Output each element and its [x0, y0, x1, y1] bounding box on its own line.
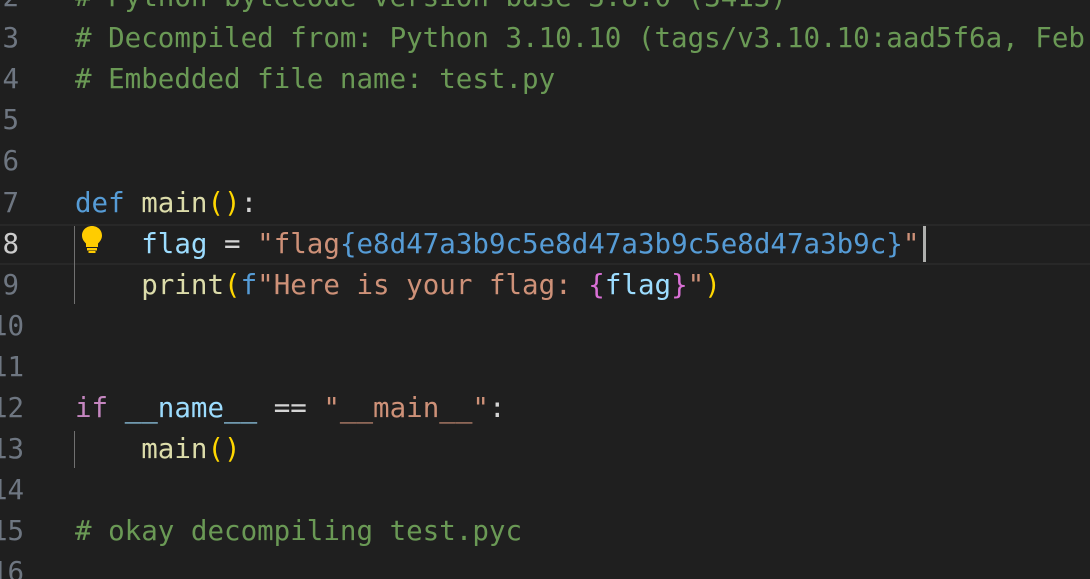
code-token: flag [604, 268, 672, 301]
code-line[interactable]: 10 [0, 306, 1090, 347]
line-number: 9 [2, 268, 19, 301]
code-token: # Embedded file name: test.py [75, 63, 556, 96]
code-token: : [488, 392, 506, 424]
line-number: 7 [2, 186, 19, 219]
code-token: print [141, 268, 225, 301]
code-line[interactable]: 14 [0, 470, 1090, 511]
line-number: 12 [0, 392, 25, 424]
code-token: {e8d47a3b9c5e8d47a3b9c5e8d47a3b9c} [339, 227, 903, 260]
code-editor[interactable]: 16 15 # okay decompiling test.pyc 14 13 main… [0, 0, 1090, 579]
lightbulb-icon[interactable] [80, 224, 104, 254]
code-text: print(f"Here is your flag: {flag}") [75, 265, 721, 306]
code-line[interactable]: 3 # Decompiled from: Python 3.10.10 (tags… [0, 18, 1090, 59]
code-token: __name__ [124, 392, 258, 424]
line-number: 2 [0, 0, 19, 18]
line-number: 3 [2, 22, 19, 55]
line-number: 14 [0, 474, 25, 507]
line-number: 11 [0, 350, 25, 383]
line-number: 16 [0, 556, 25, 579]
code-text: # Python bytecode version base 3.8.0 (34… [75, 0, 787, 18]
code-line[interactable]: 2 # Python bytecode version base 3.8.0 (3… [0, 0, 1090, 18]
code-text: flag = "flag{e8d47a3b9c5e8d47a3b9c5e8d47… [75, 224, 919, 265]
code-token: = [207, 227, 258, 260]
code-token: # Python bytecode version base 3.8.0 (34… [75, 0, 787, 13]
code-line[interactable]: 5 [0, 100, 1090, 141]
code-text: # okay decompiling test.pyc [75, 511, 522, 552]
code-token: { [588, 268, 605, 301]
code-text: # Decompiled from: Python 3.10.10 (tags/… [75, 18, 1090, 59]
code-line[interactable]: 7 def main(): [0, 183, 1090, 224]
code-token: flag [141, 227, 208, 260]
code-token: " [902, 227, 920, 260]
line-number: 10 [0, 309, 25, 342]
code-token: ( [207, 186, 225, 219]
code-token: "Here is your flag: [257, 268, 589, 301]
code-token: "flag [257, 227, 340, 260]
line-number: 8 [2, 227, 19, 260]
code-token: if [75, 392, 109, 424]
code-token: "__main__" [323, 392, 489, 424]
code-text: if __name__ == "__main__": [75, 388, 506, 429]
code-line[interactable]: 13 main() [0, 429, 1090, 470]
code-line[interactable]: 16 [0, 552, 1090, 579]
code-token: # Decompiled from: Python 3.10.10 (tags/… [75, 22, 1085, 55]
code-token: ) [224, 186, 241, 219]
code-token: ) [704, 268, 721, 301]
code-line[interactable]: 12 if __name__ == "__main__": [0, 388, 1090, 429]
line-number: 6 [2, 145, 19, 178]
text-cursor [923, 226, 926, 262]
code-token: main [141, 433, 208, 466]
code-text: # Embedded file name: test.py [75, 59, 555, 100]
indent-guide [74, 431, 75, 468]
code-line[interactable]: 11 [0, 347, 1090, 388]
code-token: f [240, 268, 258, 301]
line-number: 13 [0, 433, 25, 466]
line-number: 4 [2, 63, 19, 96]
code-token: main [141, 186, 208, 219]
code-text: def main(): [75, 183, 257, 224]
code-token: def [75, 186, 125, 219]
code-token: } [671, 268, 688, 301]
code-token: ( [207, 433, 225, 466]
code-text: main() [75, 429, 241, 470]
code-token: # okay decompiling test.pyc [75, 515, 523, 548]
code-token: ( [224, 268, 241, 301]
code-line[interactable]: 4 # Embedded file name: test.py [0, 59, 1090, 100]
line-number: 5 [2, 104, 19, 137]
code-token: : [240, 186, 258, 219]
code-line[interactable]: 15 # okay decompiling test.pyc [0, 511, 1090, 552]
code-token: " [687, 268, 705, 301]
code-line[interactable]: 9 print(f"Here is your flag: {flag}") [0, 265, 1090, 306]
indent-guide [74, 226, 75, 304]
code-token: == [257, 392, 324, 424]
code-token: ) [224, 433, 241, 466]
code-line[interactable]: 6 [0, 141, 1090, 182]
code-line[interactable]: 8 flag = "flag{e8d47a3b9c5e8d47a3b9c5e8d… [0, 224, 1090, 265]
line-number: 15 [0, 515, 25, 548]
